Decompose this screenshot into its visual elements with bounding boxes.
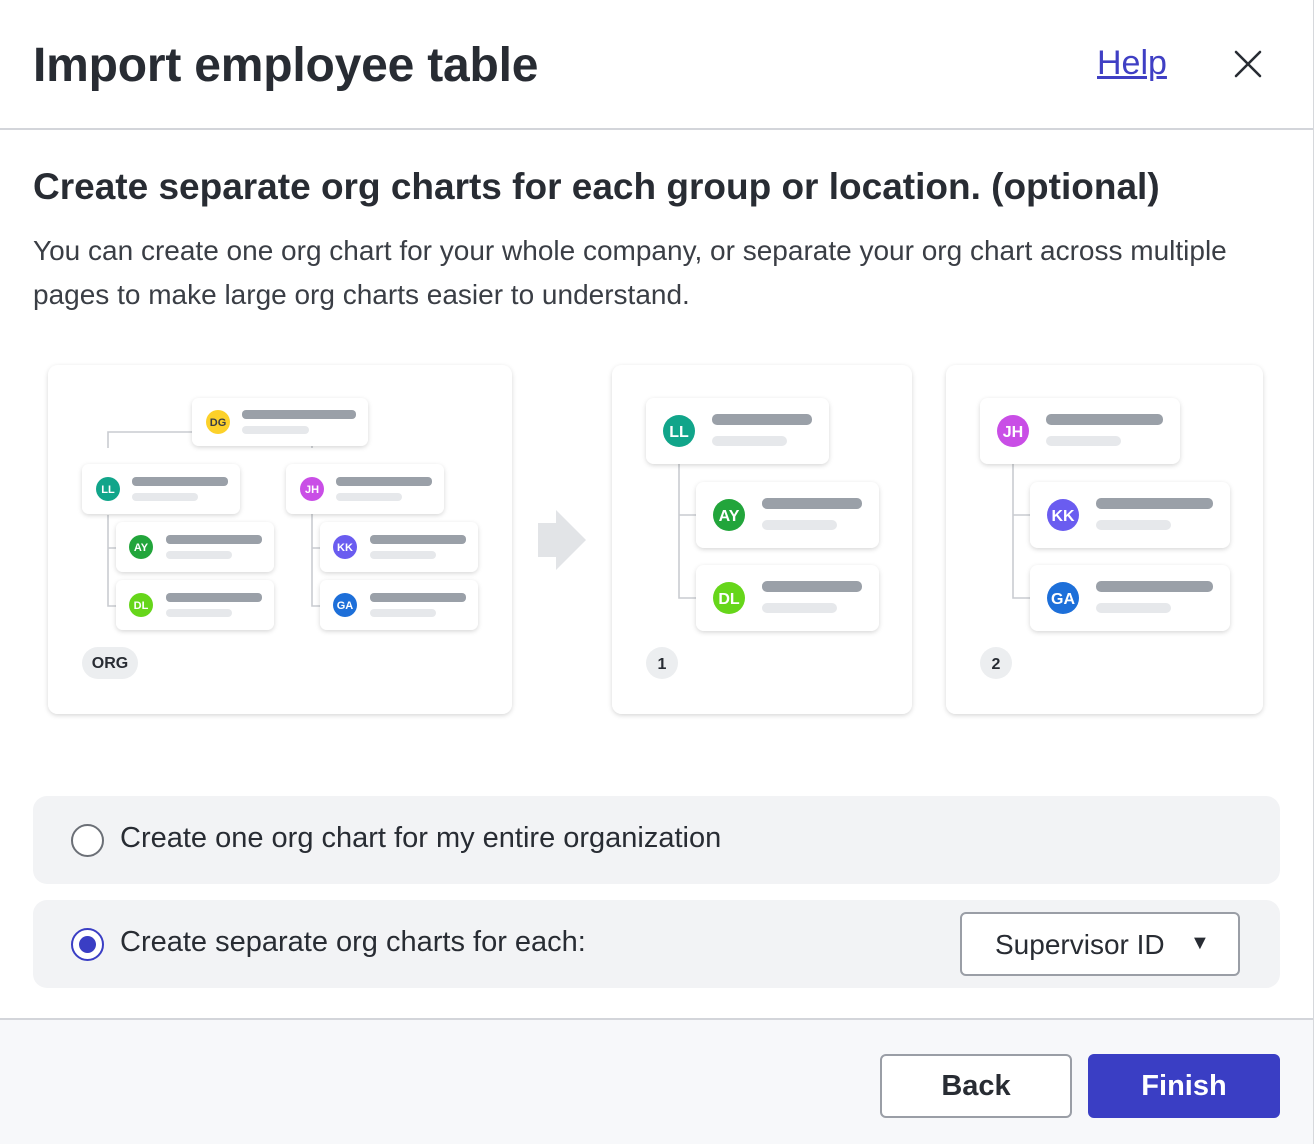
finish-button[interactable]: Finish: [1088, 1054, 1280, 1118]
close-icon: [1234, 50, 1262, 78]
avatar-label: DL: [718, 591, 740, 608]
group-by-value: Supervisor ID: [995, 929, 1165, 960]
avatar-label: AY: [719, 508, 740, 525]
page1-panel: LL AY DL 1: [612, 365, 912, 714]
dialog-header: Import employee table Help: [0, 0, 1313, 130]
page2-card-jh: JH: [980, 398, 1180, 464]
back-button[interactable]: Back: [880, 1054, 1072, 1118]
org-card-ga: GA: [320, 580, 478, 630]
page1-card-ay: AY: [696, 482, 879, 548]
dialog-title: Import employee table: [33, 39, 539, 92]
avatar-label: KK: [337, 542, 353, 554]
dialog-footer: Back Finish: [0, 1018, 1313, 1144]
page2-panel: JH KK GA 2: [946, 365, 1263, 714]
page1-card-dl: DL: [696, 565, 879, 631]
option-one-label: Create one org chart for my entire organ…: [120, 822, 722, 854]
avatar-label: DL: [134, 600, 149, 612]
help-link[interactable]: Help: [1097, 44, 1167, 83]
org-card-jh: JH: [286, 464, 444, 514]
org-card-kk: KK: [320, 522, 478, 572]
org-chart-illustration: DG LL JH AY DL KK GA ORG LL AY DL 1 JH K…: [48, 365, 1263, 714]
page1-card-ll: LL: [646, 398, 829, 464]
avatar-label: LL: [101, 484, 115, 496]
close-button[interactable]: [1228, 44, 1268, 84]
avatar-label: JH: [305, 484, 319, 496]
page2-card-kk: KK: [1030, 482, 1230, 548]
avatar-label: GA: [337, 600, 354, 612]
page2-card-ga: GA: [1030, 565, 1230, 631]
org-panel: DG LL JH AY DL KK GA ORG: [48, 365, 512, 714]
avatar-label: GA: [1051, 591, 1075, 608]
avatar-label: AY: [134, 542, 149, 554]
import-dialog: Import employee table Help Create separa…: [0, 0, 1314, 1144]
option-separate-org-charts[interactable]: Create separate org charts for each: Sup…: [33, 900, 1280, 988]
option-separate-label: Create separate org charts for each:: [120, 926, 586, 958]
org-card-dg: DG: [192, 398, 368, 446]
radio-one-org-chart[interactable]: [71, 824, 104, 857]
option-one-org-chart[interactable]: Create one org chart for my entire organ…: [33, 796, 1280, 884]
org-badge: ORG: [92, 655, 128, 672]
group-by-select[interactable]: Supervisor ID ▼: [960, 912, 1240, 976]
avatar-label: LL: [669, 424, 689, 441]
radio-separate-org-charts[interactable]: [71, 928, 104, 961]
avatar-label: KK: [1051, 508, 1075, 525]
page1-badge: 1: [658, 656, 667, 673]
section-description: You can create one org chart for your wh…: [33, 235, 1227, 310]
org-card-dl: DL: [116, 580, 274, 630]
avatar-label: JH: [1003, 424, 1023, 441]
caret-down-icon: ▼: [1190, 932, 1210, 954]
avatar-label: DG: [210, 417, 227, 429]
section-subtitle: Create separate org charts for each grou…: [33, 166, 1160, 207]
page2-badge: 2: [992, 656, 1001, 673]
arrow-right-icon: [538, 510, 586, 570]
org-card-ay: AY: [116, 522, 274, 572]
org-card-ll: LL: [82, 464, 240, 514]
